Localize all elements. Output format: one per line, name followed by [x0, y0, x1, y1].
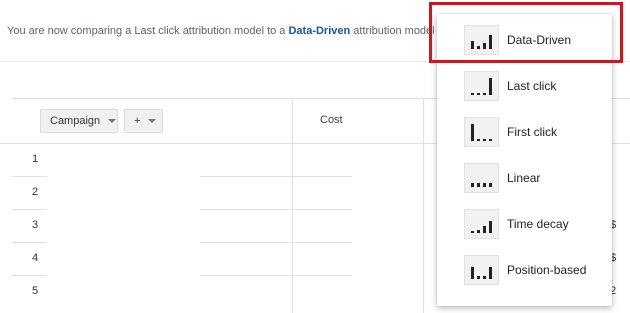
model-bar [483, 93, 486, 95]
menu-item-label: Linear [507, 171, 541, 185]
model-bar [489, 183, 492, 187]
model-bar [489, 267, 492, 279]
row-number: 2 [32, 186, 39, 198]
campaign-dimension-label: Campaign [50, 115, 101, 127]
model-bars [471, 183, 492, 187]
model-bar [489, 221, 492, 233]
model-bar [477, 139, 480, 141]
linear-icon [464, 163, 499, 193]
cost-column-header[interactable]: Cost [320, 114, 343, 126]
menu-item-linear[interactable]: Linear [437, 156, 612, 202]
chevron-down-icon [148, 119, 157, 123]
add-dimension-label: + [134, 115, 141, 127]
menu-item-label: Position-based [507, 263, 587, 277]
model-bar [477, 46, 480, 49]
row-number: 4 [32, 252, 39, 264]
campaign-dimension-dropdown[interactable]: Campaign [40, 109, 118, 133]
menu-item-label: Time decay [507, 217, 569, 231]
model-bar [471, 93, 474, 95]
data-driven-model-link[interactable]: Data-Driven [288, 25, 350, 37]
data-driven-icon [464, 25, 499, 55]
model-bar [471, 231, 474, 233]
model-bar [489, 78, 492, 95]
menu-item-label: Last click [507, 79, 557, 93]
time-decay-icon [464, 209, 499, 239]
menu-item-label: Data-Driven [507, 33, 572, 47]
row-number: 5 [32, 285, 39, 297]
comparison-message-suffix: attribution model [350, 25, 435, 37]
menu-item-last-click[interactable]: Last click [437, 64, 612, 110]
chevron-down-icon [108, 119, 117, 123]
model-bar [477, 276, 480, 279]
model-bar [471, 124, 474, 141]
menu-item-data-driven[interactable]: Data-Driven [437, 18, 612, 64]
model-bar [483, 276, 486, 279]
position-based-icon [464, 255, 499, 285]
add-dimension-button[interactable]: + [124, 109, 163, 133]
model-bar [477, 230, 480, 233]
attribution-model-menu: Data-Driven Last click First click Linea… [437, 14, 612, 306]
first-click-icon [464, 117, 499, 147]
model-bar [471, 267, 474, 279]
menu-item-time-decay[interactable]: Time decay [437, 202, 612, 248]
model-bar [483, 226, 486, 233]
model-bars [471, 35, 492, 49]
model-bar [477, 93, 480, 95]
menu-item-label: First click [507, 125, 557, 139]
model-bars [471, 78, 492, 95]
model-bar [483, 43, 486, 49]
model-bar [483, 183, 486, 187]
model-bar [477, 183, 480, 187]
menu-item-first-click[interactable]: First click [437, 110, 612, 156]
last-click-icon [464, 71, 499, 101]
row-number: 3 [32, 219, 39, 231]
comparison-message: You are now comparing a Last click attri… [7, 25, 435, 37]
model-bars [471, 221, 492, 233]
attribution-comparison-page: You are now comparing a Last click attri… [0, 0, 630, 313]
model-bar [489, 139, 492, 141]
row-number: 1 [32, 153, 39, 165]
model-bars [471, 124, 492, 141]
model-bar [489, 35, 492, 49]
menu-item-position-based[interactable]: Position-based [437, 248, 612, 294]
model-bar [471, 41, 474, 49]
model-bar [471, 183, 474, 187]
comparison-message-prefix: You are now comparing a Last click attri… [7, 25, 289, 37]
model-bar [483, 139, 486, 141]
model-bars [471, 267, 492, 279]
